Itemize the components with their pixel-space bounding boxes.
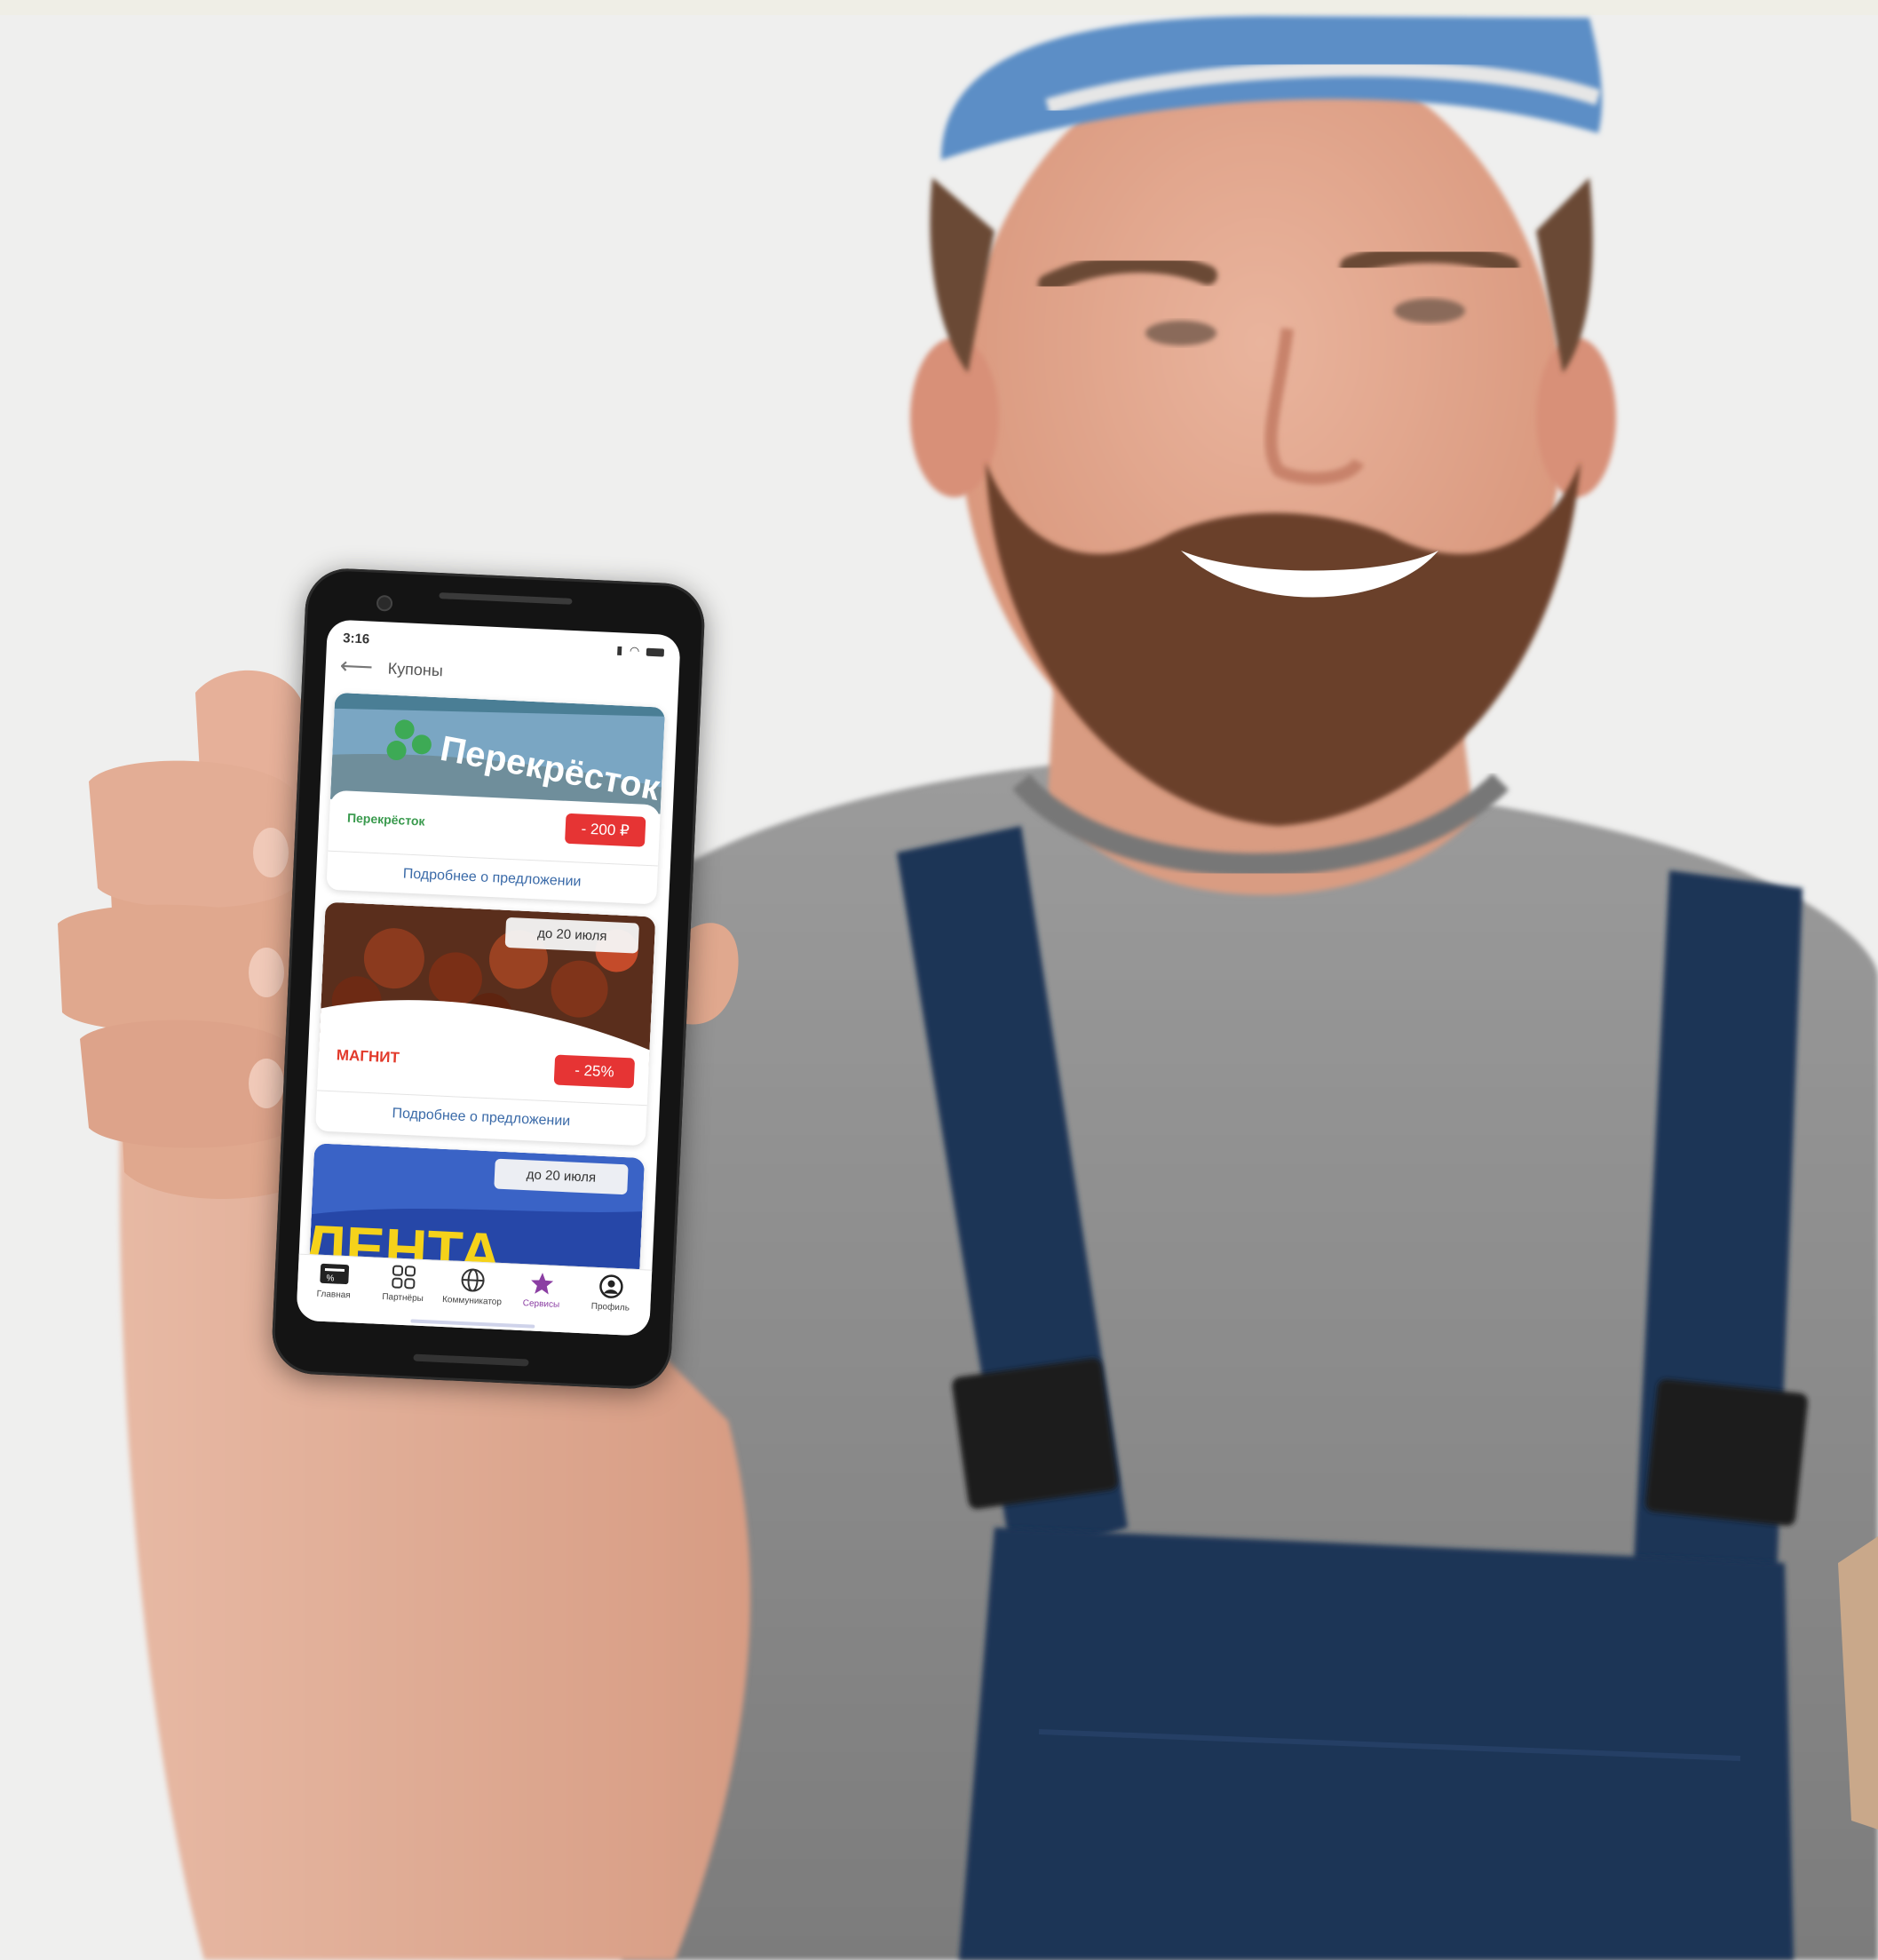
page-title: Купоны: [387, 659, 444, 680]
buckle-left: [952, 1358, 1118, 1510]
tab-services[interactable]: Сервисы: [506, 1269, 577, 1310]
grid-icon: [392, 1265, 416, 1289]
man-photo: [58, 16, 1878, 1960]
wifi-icon: ◠: [629, 643, 642, 658]
bottom-speaker: [413, 1353, 529, 1367]
discount-badge: - 200 ₽: [564, 813, 646, 847]
expiry-date-tag: до 20 июля: [494, 1158, 629, 1195]
globe-icon: [461, 1268, 485, 1292]
expiry-date-tag: до 20 июля: [504, 917, 640, 954]
tab-label: Главная: [316, 1289, 351, 1301]
star-icon: [531, 1273, 554, 1295]
svg-text:%: %: [326, 1274, 334, 1283]
profile-icon: [599, 1274, 623, 1298]
tab-profile[interactable]: Профиль: [575, 1273, 646, 1313]
tab-label: Профиль: [590, 1301, 630, 1313]
tab-home[interactable]: % Главная: [298, 1260, 369, 1301]
buckle-right: [1645, 1379, 1808, 1526]
discount-badge: - 25%: [553, 1054, 636, 1089]
coupon-card[interactable]: до 20 июля МАГНИТ - 25% Подробнее о пред…: [315, 901, 656, 1147]
smartphone: 3:16 ▮ ◠ ⟵ Купоны Перекрёсток Перекрёсто…: [270, 567, 707, 1391]
photo-scene: 3:16 ▮ ◠ ⟵ Купоны Перекрёсток Перекрёсто…: [0, 0, 1878, 1960]
tab-communicator[interactable]: Коммуникатор: [437, 1266, 508, 1307]
speaker-grille: [439, 592, 573, 605]
battery-icon: [646, 647, 665, 657]
coupon-card[interactable]: Перекрёсток Перекрёсток - 200 ₽ Подробне…: [326, 692, 666, 905]
signal-icon: ▮: [615, 643, 625, 657]
brand-logo: МАГНИТ: [336, 1046, 400, 1067]
tab-label: Сервисы: [522, 1298, 560, 1311]
tab-label: Партнёры: [382, 1291, 424, 1305]
front-camera: [376, 594, 393, 612]
back-arrow-icon[interactable]: ⟵: [339, 652, 374, 680]
status-time: 3:16: [342, 631, 370, 647]
tab-label: Коммуникатор: [441, 1295, 503, 1308]
phone-screen: 3:16 ▮ ◠ ⟵ Купоны Перекрёсток Перекрёсто…: [296, 619, 681, 1337]
coupon-icon: %: [320, 1263, 350, 1285]
status-icons: ▮ ◠: [615, 643, 665, 659]
brand-logo: Перекрёсток: [346, 810, 425, 829]
tab-partners[interactable]: Партнёры: [368, 1263, 439, 1304]
